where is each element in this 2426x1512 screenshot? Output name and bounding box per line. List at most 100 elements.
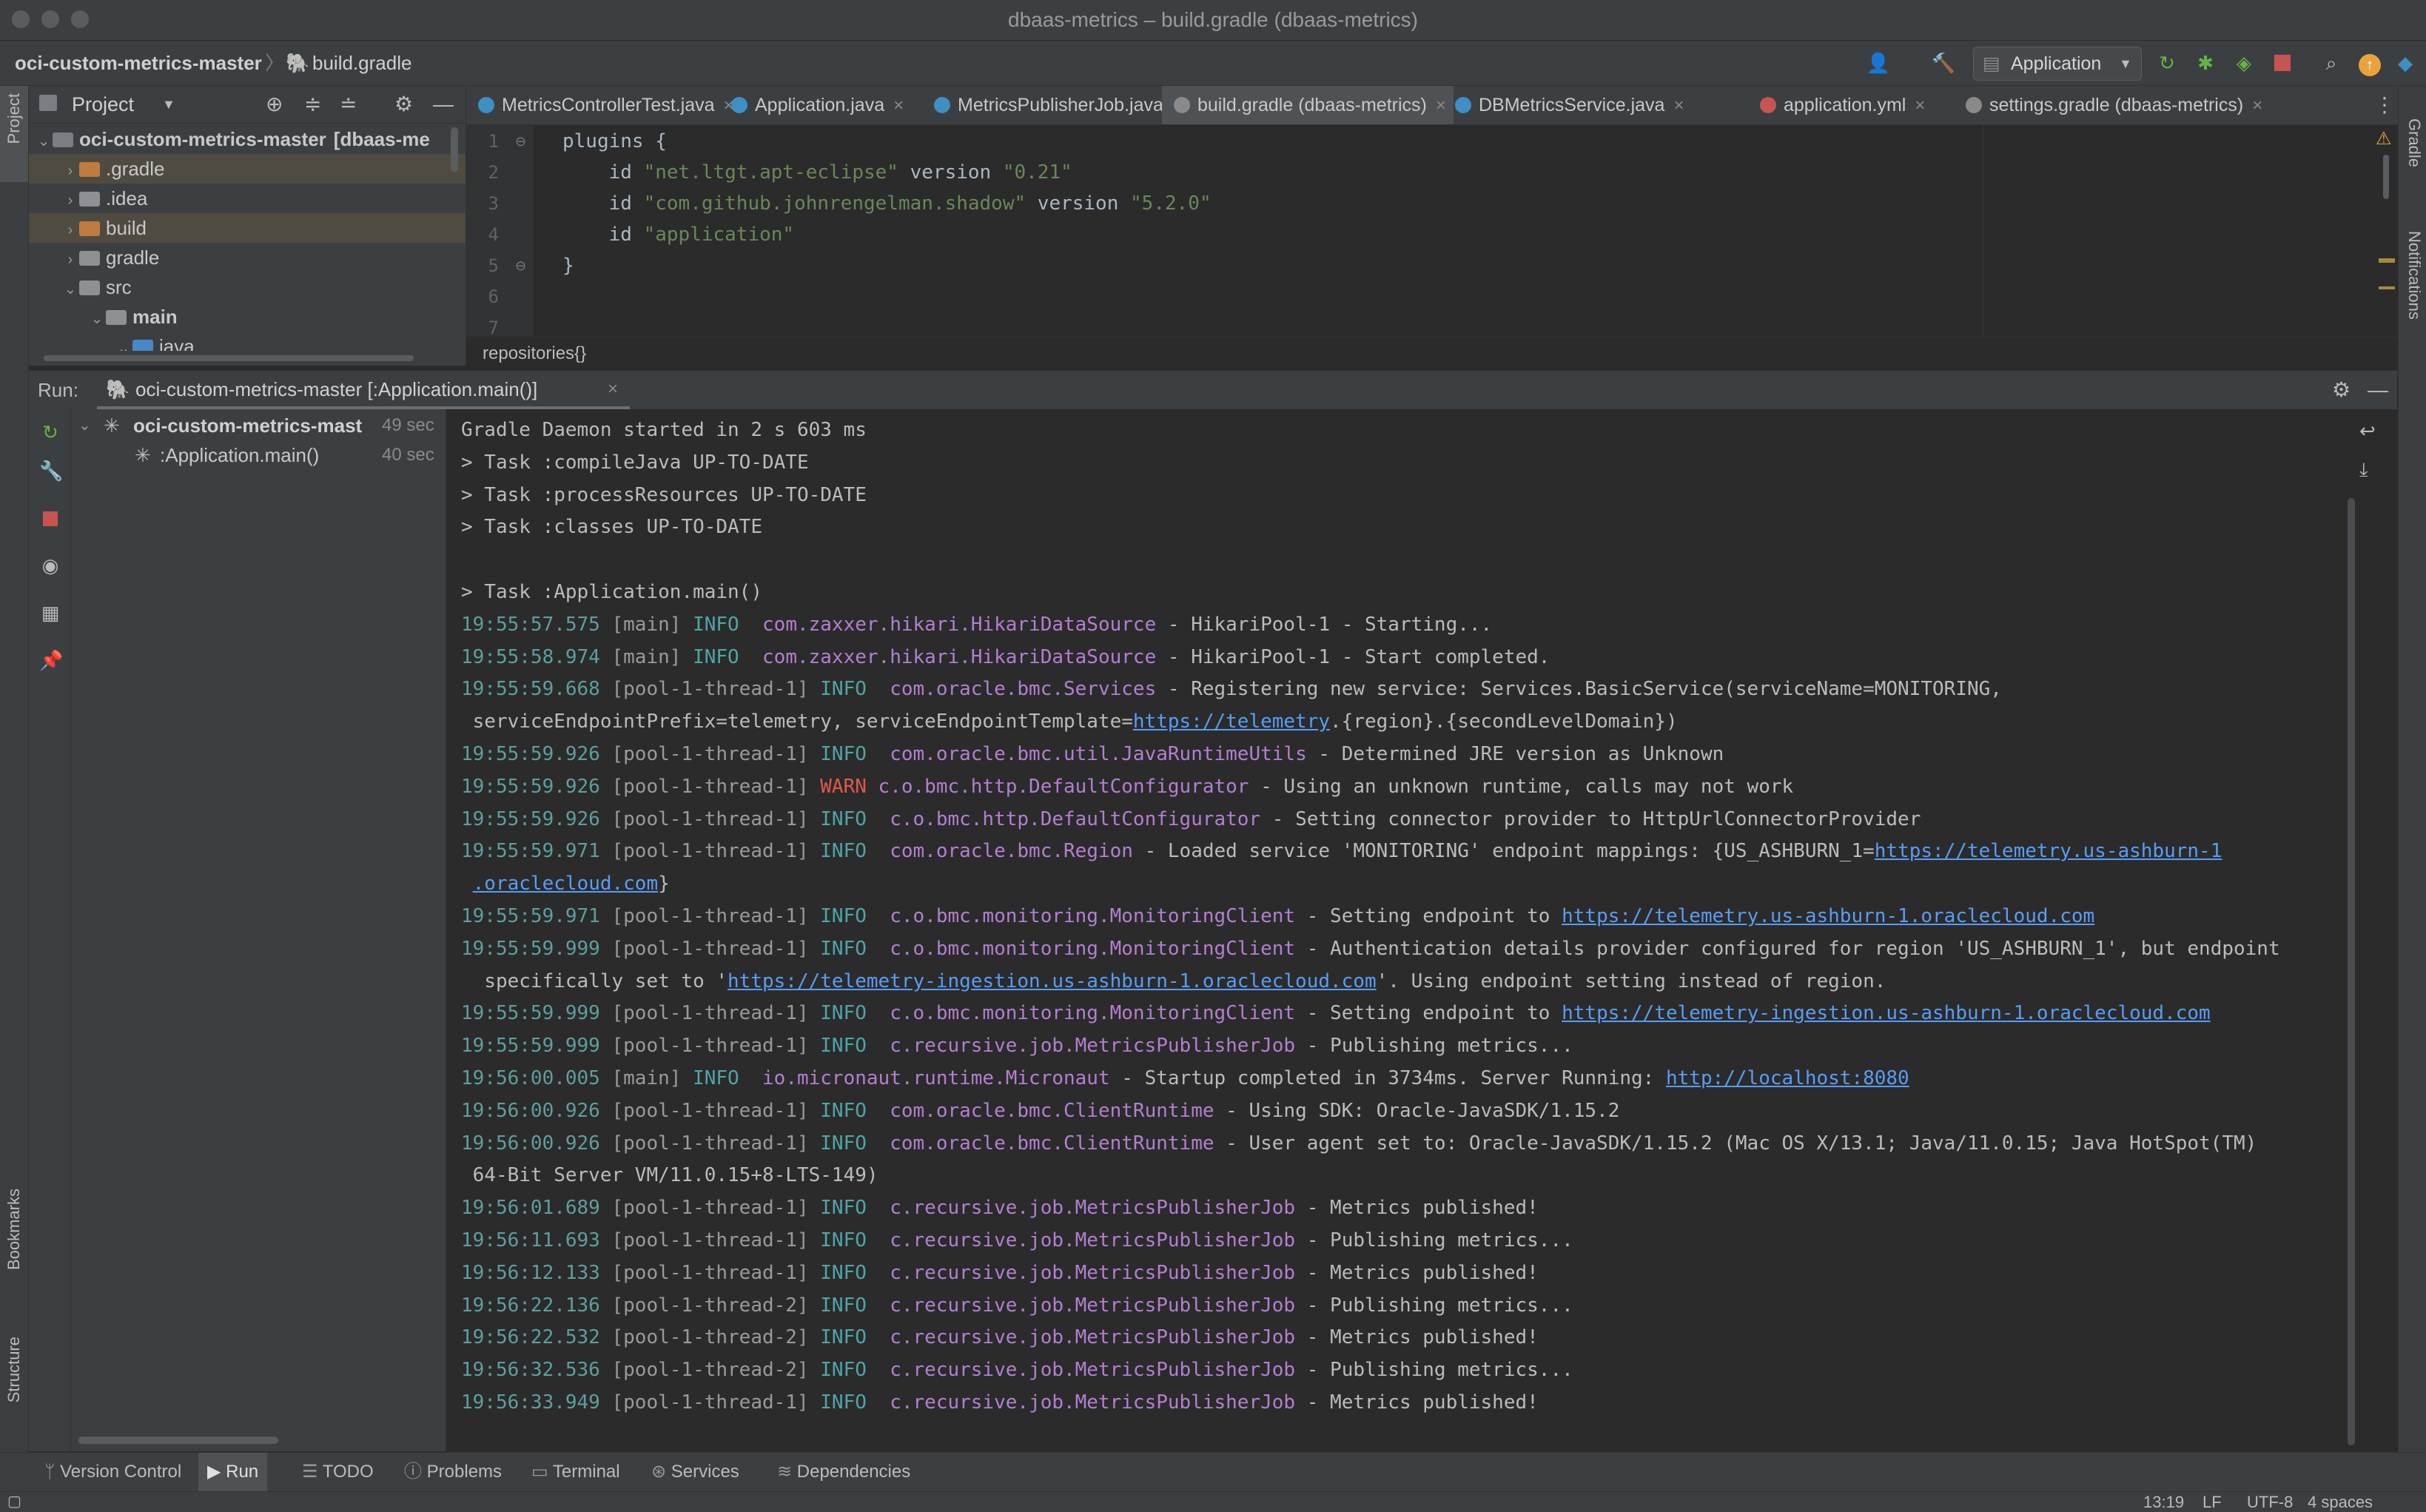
console-scrollbar[interactable] [2348, 498, 2355, 1445]
close-tab-icon[interactable]: × [2252, 95, 2262, 115]
log-link[interactable]: https://telemetry.us-ashburn-1.oracleclo… [1562, 905, 2094, 927]
debug-icon[interactable]: ✱ [2192, 50, 2219, 76]
chevron-down-icon[interactable]: ⌄ [88, 304, 106, 334]
build-hammer-icon[interactable]: 🔨 [1930, 50, 1957, 76]
hide-panel-icon[interactable]: — [433, 86, 454, 123]
notifications-tool-label[interactable]: Notifications [2405, 231, 2424, 320]
structure-tool-label[interactable]: Structure [4, 1337, 24, 1402]
log-thread: [pool-1-thread-1] [611, 743, 809, 765]
editor-scrollbar[interactable] [2383, 155, 2389, 199]
warning-icon[interactable]: ⚠ [2376, 128, 2392, 149]
bottom-tool-services[interactable]: ⊛ Services [651, 1453, 739, 1491]
bottom-tool-version-control[interactable]: ᛘ Version Control [44, 1453, 181, 1491]
gear-icon[interactable]: ⚙ [2332, 371, 2351, 409]
pin-icon[interactable]: 📌 [39, 649, 63, 671]
log-link[interactable]: http://localhost:8080 [1666, 1067, 1909, 1089]
editor-tab[interactable]: Application.java × [719, 86, 911, 124]
stop-icon[interactable] [39, 507, 61, 529]
stop-icon[interactable] [2269, 50, 2296, 76]
editor-tab[interactable]: DBMetricsService.java × [1443, 86, 1691, 124]
project-tree-item[interactable]: › build [29, 213, 466, 243]
console-output[interactable]: Gradle Daemon started in 2 s 603 ms > Tas… [446, 409, 2341, 1451]
collapse-all-icon[interactable]: ≐ [340, 86, 357, 123]
caret-position[interactable]: 13:19 [2143, 1492, 2184, 1512]
editor-tab[interactable]: settings.gradle (dbaas-metrics) × [1954, 86, 2270, 124]
bookmarks-tool-label[interactable]: Bookmarks [4, 1189, 24, 1270]
soft-wrap-icon[interactable]: ↩ [2359, 420, 2376, 443]
run-configuration-select[interactable]: ▤ Application ▼ [1973, 47, 2142, 81]
bottom-tool-dependencies[interactable]: ≋ Dependencies [777, 1453, 910, 1491]
gradle-tool-label[interactable]: Gradle [2405, 118, 2424, 167]
editor-breadcrumb[interactable]: repositories{} [466, 337, 2398, 370]
project-tree-item[interactable]: › gradle [29, 243, 466, 272]
log-link[interactable]: https://telemetry-ingestion.us-ashburn-1… [728, 970, 1377, 992]
wrench-icon[interactable]: 🔧 [39, 460, 63, 482]
log-link[interactable]: https://telemetry.us-ashburn-1 [1875, 840, 2222, 862]
fold-icon[interactable]: ⊖ [515, 134, 526, 149]
run-tab[interactable]: 🐘 oci-custom-metrics-master [:Applicatio… [97, 371, 630, 409]
line-separator[interactable]: LF [2202, 1492, 2222, 1512]
project-tree-item[interactable]: › .idea [29, 184, 466, 213]
chevron-right-icon[interactable]: › [61, 156, 79, 186]
locate-icon[interactable]: ⊕ [266, 86, 283, 123]
update-icon[interactable]: ↑ [2356, 50, 2383, 76]
console-line: 19:55:59.926 [pool-1-thread-1] INFO com.… [461, 738, 1724, 770]
scroll-to-end-icon[interactable]: ⤓ [2359, 458, 2368, 482]
bottom-tool-todo[interactable]: ☰ TODO [302, 1453, 374, 1491]
chevron-down-icon[interactable]: ⌄ [61, 275, 79, 304]
chevron-down-icon[interactable]: ▼ [162, 86, 175, 123]
coverage-icon[interactable]: ◈ [2231, 50, 2257, 76]
log-logger: com.zaxxer.hikari.HikariDataSource [762, 613, 1157, 636]
editor-tab[interactable]: build.gradle (dbaas-metrics) × [1162, 86, 1454, 124]
project-tree-item[interactable]: ⌄ src [29, 272, 466, 302]
project-tree-scrollbar[interactable] [451, 127, 458, 172]
project-tree-item[interactable]: ⌄ main [29, 302, 466, 332]
bottom-tool-terminal[interactable]: ▭ Terminal [531, 1453, 620, 1491]
run-tree-scrollbar[interactable] [78, 1437, 278, 1444]
editor-tab[interactable]: MetricsPublisherJob.java× [922, 86, 1190, 124]
editor-tab[interactable]: application.yml × [1748, 86, 1932, 124]
file-encoding[interactable]: UTF-8 [2247, 1492, 2293, 1512]
project-tree-horizontal-scrollbar[interactable] [44, 355, 414, 361]
layout-icon[interactable]: ▦ [39, 602, 61, 624]
log-link[interactable]: .oraclecloud.com [473, 873, 658, 895]
indent-setting[interactable]: 4 spaces [2308, 1492, 2373, 1512]
breadcrumb-file[interactable]: build.gradle [312, 41, 411, 85]
project-tree-item[interactable]: ⌄ oci-custom-metrics-master [dbaas-me [29, 124, 464, 154]
layout-toggle-icon[interactable]: ▢ [7, 1492, 21, 1512]
chevron-right-icon[interactable]: › [61, 245, 79, 275]
chevron-right-icon[interactable]: › [61, 215, 79, 245]
chevron-down-icon[interactable]: ⌄ [35, 127, 53, 156]
fold-icon[interactable]: ⊖ [515, 258, 526, 274]
project-tree-item[interactable]: › .gradle [29, 154, 466, 184]
rerun-icon[interactable]: ↻ [39, 421, 61, 443]
close-tab-icon[interactable]: × [893, 95, 904, 115]
log-link[interactable]: https://telemetry [1133, 710, 1330, 733]
editor-tab[interactable]: MetricsControllerTest.java × [466, 86, 742, 124]
bottom-tool-run[interactable]: ▶ Run [198, 1453, 268, 1491]
run-tree-task[interactable]: ✳ :Application.main() 40 sec [71, 439, 446, 471]
chevron-right-icon[interactable]: › [61, 186, 79, 215]
project-tool-tab[interactable]: Project [0, 86, 28, 182]
bottom-tool-problems[interactable]: ⓘ Problems [404, 1453, 502, 1491]
close-tab-icon[interactable]: × [1915, 95, 1925, 115]
expand-all-icon[interactable]: ≑ [304, 86, 321, 123]
breadcrumb-project[interactable]: oci-custom-metrics-master [15, 41, 262, 85]
rerun-icon[interactable]: ↻ [2154, 50, 2180, 76]
run-tree-root[interactable]: ⌄ ✳ oci-custom-metrics-mast 49 sec [71, 409, 446, 442]
eye-icon[interactable]: ◉ [39, 554, 61, 577]
close-tab-icon[interactable]: × [1673, 95, 1684, 115]
log-link[interactable]: https://telemetry-ingestion.us-ashburn-1… [1562, 1002, 2211, 1024]
code-editor[interactable]: 1 2 3 4 5 6 7 ⊖ ⊖ plugins { id "net.ltgt.apt-ecl… [466, 125, 2398, 336]
hide-panel-icon[interactable]: — [2368, 371, 2388, 409]
more-tabs-icon[interactable]: ⋮ [2374, 86, 2395, 124]
project-panel-title[interactable]: Project [72, 86, 134, 123]
editor-marker-warning[interactable] [2379, 286, 2395, 289]
close-tab-icon[interactable]: × [608, 371, 618, 408]
console-text: } [658, 873, 670, 896]
toolbox-icon[interactable]: ◆ [2392, 50, 2419, 76]
search-icon[interactable]: ⌕ [2318, 50, 2345, 76]
user-icon[interactable]: 👤 [1865, 50, 1892, 76]
editor-marker-warning[interactable] [2379, 258, 2395, 263]
gear-icon[interactable]: ⚙ [394, 86, 413, 123]
